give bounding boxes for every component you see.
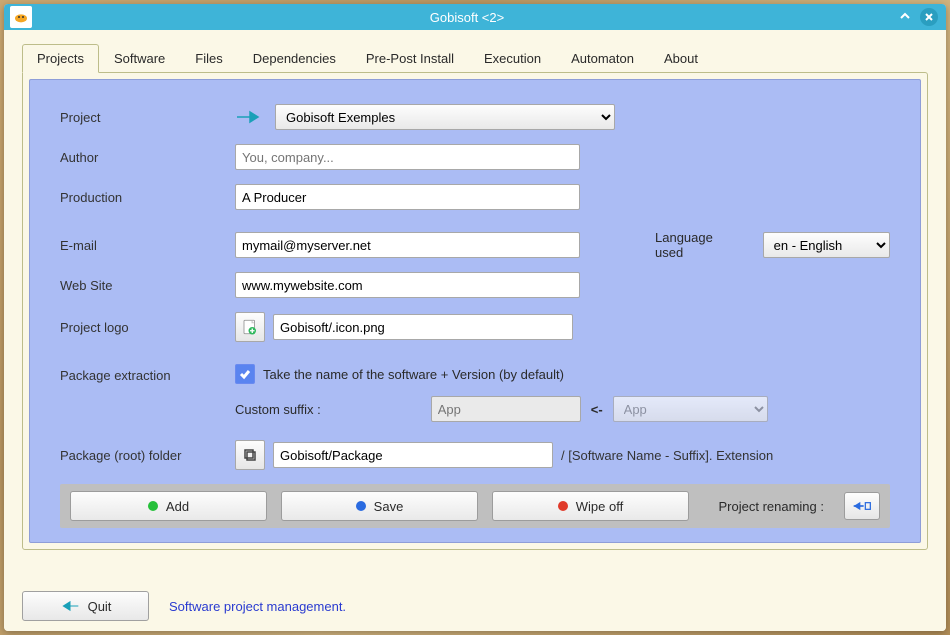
label-extraction: Package extraction [60,364,235,383]
pkgfolder-input[interactable] [273,442,553,468]
tab-projects[interactable]: Projects [22,44,99,73]
suffix-input [431,396,581,422]
take-name-label: Take the name of the software + Version … [263,367,564,382]
save-button[interactable]: Save [281,491,478,521]
label-author: Author [60,150,235,165]
suffix-select: App [613,396,768,422]
dot-blue-icon [356,501,366,511]
arrow-right-icon [235,110,263,124]
production-input[interactable] [235,184,580,210]
website-input[interactable] [235,272,580,298]
footer-message: Software project management. [169,599,346,614]
rename-button[interactable] [844,492,880,520]
app-window: Gobisoft <2> Projects Software Files Dep… [4,4,946,631]
action-bar: Add Save Wipe off Project renaming : [60,484,890,528]
tab-software[interactable]: Software [99,44,180,73]
form-panel: Project Gobisoft Exemples Author Pro [29,79,921,543]
label-language: Language used [655,230,743,260]
close-button[interactable] [920,8,938,26]
label-custom-suffix: Custom suffix : [235,402,321,417]
dot-red-icon [558,501,568,511]
label-project: Project [60,110,235,125]
tab-files[interactable]: Files [180,44,237,73]
add-button[interactable]: Add [70,491,267,521]
take-name-checkbox[interactable] [235,364,255,384]
wipe-button[interactable]: Wipe off [492,491,689,521]
quit-button[interactable]: Quit [22,591,149,621]
suffix-arrow-label: <- [591,402,603,417]
pkgfolder-hint: / [Software Name - Suffix]. Extension [561,448,773,463]
browse-folder-button[interactable] [235,440,265,470]
app-icon [10,6,32,28]
tab-about[interactable]: About [649,44,713,73]
project-select[interactable]: Gobisoft Exemples [275,104,615,130]
label-rename: Project renaming : [719,499,825,514]
author-input[interactable] [235,144,580,170]
label-production: Production [60,190,235,205]
label-logo: Project logo [60,320,235,335]
tab-automaton[interactable]: Automaton [556,44,649,73]
label-pkgfolder: Package (root) folder [60,448,235,463]
arrow-left-icon [60,600,80,612]
label-website: Web Site [60,278,235,293]
minimize-button[interactable] [896,8,914,26]
dot-green-icon [148,501,158,511]
browse-logo-button[interactable] [235,312,265,342]
tab-panel: Project Gobisoft Exemples Author Pro [22,72,928,550]
tab-bar: Projects Software Files Dependencies Pre… [22,44,928,73]
tab-execution[interactable]: Execution [469,44,556,73]
window-title: Gobisoft <2> [38,10,896,25]
titlebar: Gobisoft <2> [4,4,946,30]
language-select[interactable]: en - English [763,232,890,258]
label-email: E-mail [60,238,235,253]
tab-dependencies[interactable]: Dependencies [238,44,351,73]
logo-path-input[interactable] [273,314,573,340]
tab-prepost[interactable]: Pre-Post Install [351,44,469,73]
email-input[interactable] [235,232,580,258]
